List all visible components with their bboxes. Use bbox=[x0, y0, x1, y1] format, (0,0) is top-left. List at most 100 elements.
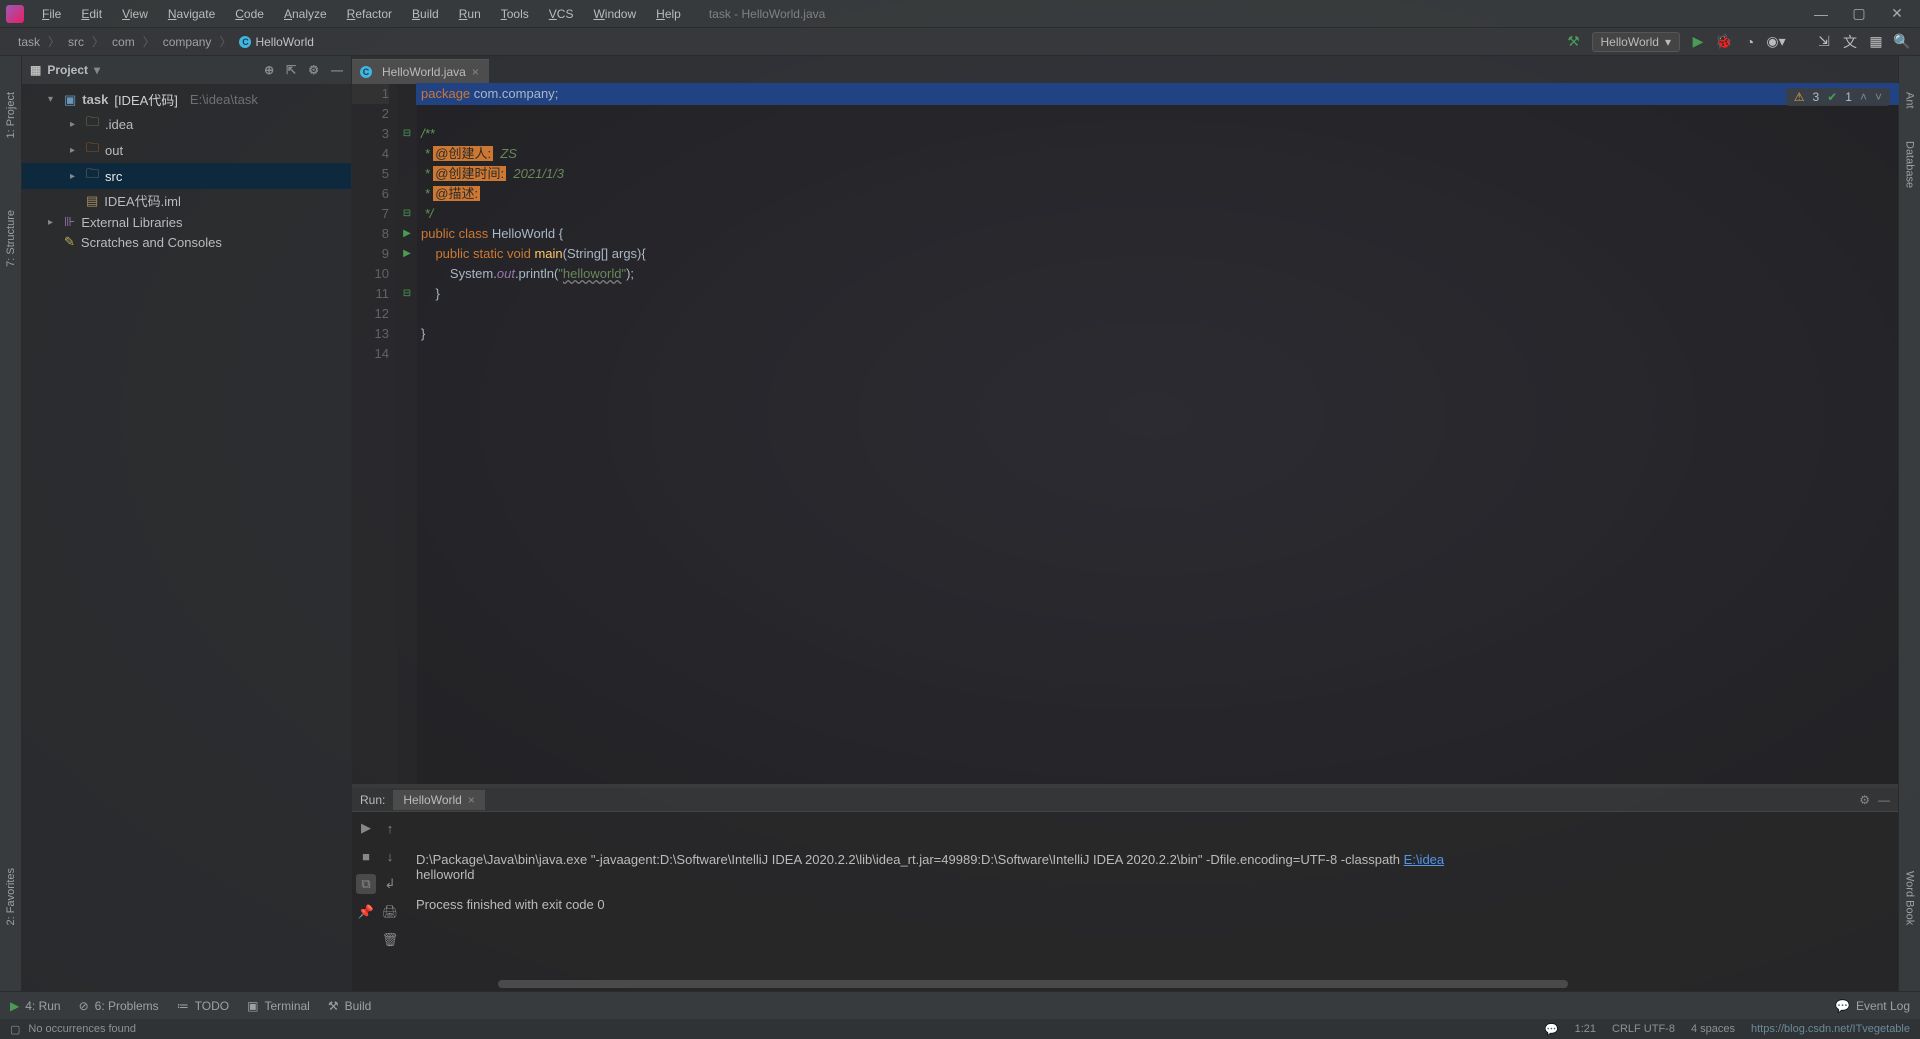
nav-bar: task〉src〉com〉company〉CHelloWorld ⚒ Hello… bbox=[0, 28, 1920, 56]
menu-navigate[interactable]: Navigate bbox=[160, 3, 223, 25]
indent[interactable]: 4 spaces bbox=[1691, 1023, 1735, 1036]
close-icon[interactable]: ✕ bbox=[1890, 7, 1904, 21]
hide-icon[interactable]: — bbox=[1878, 793, 1890, 807]
menu-edit[interactable]: Edit bbox=[73, 3, 110, 25]
horizontal-scrollbar[interactable] bbox=[498, 980, 1568, 988]
tab-build[interactable]: ⚒Build bbox=[328, 999, 371, 1013]
close-icon[interactable]: × bbox=[468, 793, 475, 807]
code-line-14[interactable] bbox=[417, 344, 1898, 364]
code-line-11[interactable]: } bbox=[417, 284, 1898, 304]
layout-icon[interactable]: ▦ bbox=[1868, 34, 1884, 50]
code-body[interactable]: package com.company; /** * @创建人: ZS * @创建… bbox=[417, 84, 1898, 784]
git-update-icon[interactable]: ⇲ bbox=[1816, 34, 1832, 50]
code-line-4[interactable]: * @创建人: ZS bbox=[417, 144, 1898, 164]
menu-analyze[interactable]: Analyze bbox=[276, 3, 335, 25]
console-line: Process finished with exit code 0 bbox=[416, 897, 1890, 912]
collapse-icon[interactable]: ⇱ bbox=[286, 63, 296, 77]
code-line-1[interactable]: package com.company; bbox=[417, 84, 1898, 104]
tab-todo[interactable]: ≔TODO bbox=[177, 999, 229, 1013]
translate-icon[interactable]: 文 bbox=[1842, 34, 1858, 50]
code-line-2[interactable] bbox=[417, 104, 1898, 124]
layout-icon[interactable]: ⧉ bbox=[356, 874, 376, 894]
code-line-6[interactable]: * @描述: bbox=[417, 184, 1898, 204]
run-tab[interactable]: HelloWorld × bbox=[393, 790, 484, 810]
hide-icon[interactable]: — bbox=[331, 63, 343, 77]
chevron-down-icon[interactable]: ˅ bbox=[1875, 90, 1882, 104]
trash-icon[interactable]: 🗑 bbox=[380, 930, 400, 950]
code-line-3[interactable]: /** bbox=[417, 124, 1898, 144]
tree-root[interactable]: ▾▣ task [IDEA代码]E:\idea\task bbox=[22, 88, 351, 111]
stop-icon[interactable]: ■ bbox=[356, 846, 376, 866]
crumb-helloworld[interactable]: CHelloWorld bbox=[231, 32, 321, 52]
tab-database[interactable]: Database bbox=[1902, 135, 1918, 194]
up-icon[interactable]: ↑ bbox=[380, 818, 400, 838]
tab-problems[interactable]: ⊘6: Problems bbox=[79, 999, 159, 1013]
run-config-dropdown[interactable]: HelloWorld ▾ bbox=[1592, 32, 1681, 52]
menu-window[interactable]: Window bbox=[585, 3, 644, 25]
editor-area: C HelloWorld.java × 1234567891011121314 … bbox=[352, 56, 1898, 784]
rerun-icon[interactable]: ▶ bbox=[356, 818, 376, 838]
tab-run[interactable]: ▶4: Run bbox=[10, 999, 61, 1013]
run-icon[interactable]: ▶ bbox=[1690, 34, 1706, 50]
tab-favorites[interactable]: 2: Favorites bbox=[3, 862, 19, 931]
tab-terminal[interactable]: ▣Terminal bbox=[247, 999, 310, 1013]
tree-item-IDEA-iml[interactable]: ▤ IDEA代码.iml bbox=[22, 189, 351, 212]
tree-external-libraries[interactable]: ▸⊪ External Libraries bbox=[22, 212, 351, 232]
code-line-8[interactable]: public class HelloWorld { bbox=[417, 224, 1898, 244]
menu-view[interactable]: View bbox=[114, 3, 156, 25]
code-line-9[interactable]: public static void main(String[] args){ bbox=[417, 244, 1898, 264]
menu-refactor[interactable]: Refactor bbox=[339, 3, 400, 25]
close-tab-icon[interactable]: × bbox=[472, 65, 479, 79]
tab-wordbook[interactable]: Word Book bbox=[1902, 865, 1918, 931]
tab-ant[interactable]: Ant bbox=[1902, 86, 1918, 115]
cursor-pos[interactable]: 1:21 bbox=[1575, 1023, 1596, 1036]
tab-eventlog[interactable]: 💬Event Log bbox=[1835, 999, 1910, 1013]
code-line-5[interactable]: * @创建时间: 2021/1/3 bbox=[417, 164, 1898, 184]
tree-scratches[interactable]: ✎ Scratches and Consoles bbox=[22, 232, 351, 252]
editor-tabs: C HelloWorld.java × bbox=[352, 56, 1898, 84]
tab-helloworld[interactable]: C HelloWorld.java × bbox=[352, 59, 489, 84]
tree-item--idea[interactable]: ▸🗀 .idea bbox=[22, 111, 351, 137]
crumb-company[interactable]: company bbox=[155, 32, 220, 52]
crumb-src[interactable]: src bbox=[60, 32, 92, 52]
status-icon[interactable]: ▢ bbox=[10, 1023, 20, 1036]
down-icon[interactable]: ↓ bbox=[380, 846, 400, 866]
settings-icon[interactable]: ⚙ bbox=[308, 63, 319, 77]
code-line-13[interactable]: } bbox=[417, 324, 1898, 344]
crumb-com[interactable]: com bbox=[104, 32, 143, 52]
code-line-7[interactable]: */ bbox=[417, 204, 1898, 224]
pin-icon[interactable]: 📌 bbox=[356, 902, 376, 922]
profiler-icon[interactable]: ◉▾ bbox=[1768, 34, 1784, 50]
locate-icon[interactable]: ⊕ bbox=[264, 63, 274, 77]
menu-run[interactable]: Run bbox=[451, 3, 489, 25]
wrap-icon[interactable]: ↲ bbox=[380, 874, 400, 894]
code-editor[interactable]: 1234567891011121314 ⊟⊟▶▶⊟ package com.co… bbox=[352, 84, 1898, 784]
menu-help[interactable]: Help bbox=[648, 3, 689, 25]
menu-code[interactable]: Code bbox=[227, 3, 272, 25]
search-icon[interactable]: 🔍 bbox=[1894, 34, 1910, 50]
chevron-down-icon[interactable]: ▾ bbox=[94, 63, 100, 77]
print-icon[interactable]: 🖨 bbox=[380, 902, 400, 922]
code-line-10[interactable]: System.out.println("helloworld"); bbox=[417, 264, 1898, 284]
tab-project[interactable]: 1: Project bbox=[3, 86, 19, 144]
encoding[interactable]: CRLF UTF-8 bbox=[1612, 1023, 1675, 1036]
chevron-up-icon[interactable]: ˄ bbox=[1860, 90, 1867, 104]
menu-tools[interactable]: Tools bbox=[493, 3, 537, 25]
tree-item-out[interactable]: ▸🗀 out bbox=[22, 137, 351, 163]
crumb-task[interactable]: task bbox=[10, 32, 48, 52]
console-output[interactable]: D:\Package\Java\bin\java.exe "-javaagent… bbox=[408, 812, 1898, 991]
menu-build[interactable]: Build bbox=[404, 3, 447, 25]
coverage-icon[interactable]: ◔ bbox=[1742, 34, 1758, 50]
code-line-12[interactable] bbox=[417, 304, 1898, 324]
menu-vcs[interactable]: VCS bbox=[541, 3, 582, 25]
chat-icon[interactable]: 💬 bbox=[1545, 1023, 1559, 1036]
hammer-icon[interactable]: ⚒ bbox=[1566, 34, 1582, 50]
minimize-icon[interactable]: — bbox=[1814, 7, 1828, 21]
tab-structure[interactable]: 7: Structure bbox=[3, 204, 19, 273]
inspection-summary[interactable]: ⚠ 3 ✔ 1 ˄ ˅ bbox=[1786, 88, 1890, 106]
menu-file[interactable]: File bbox=[34, 3, 69, 25]
debug-icon[interactable]: 🐞 bbox=[1716, 34, 1732, 50]
tree-item-src[interactable]: ▸🗀 src bbox=[22, 163, 351, 189]
settings-icon[interactable]: ⚙ bbox=[1859, 793, 1870, 807]
maximize-icon[interactable]: ▢ bbox=[1852, 7, 1866, 21]
